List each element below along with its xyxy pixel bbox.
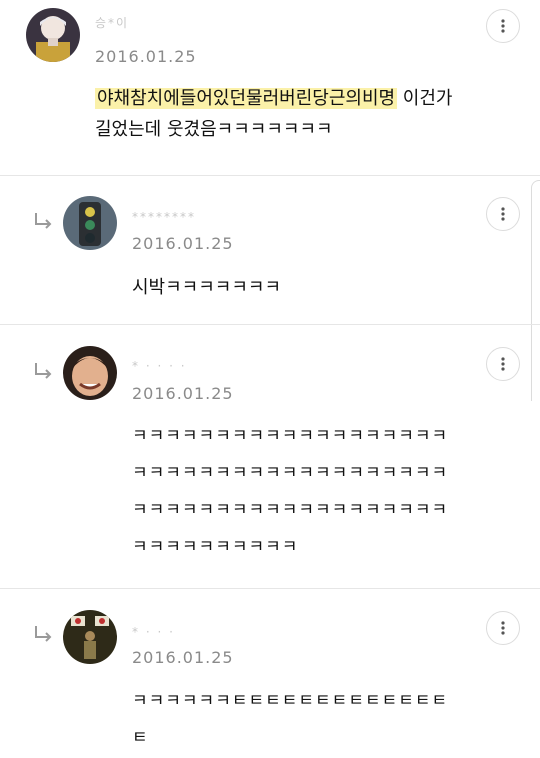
comment-text-line: ㅋㅋㅋㅋㅋㅋㅋㅋㅋㅋㅋㅋㅋㅋㅋㅋㅋㅋㅋ (132, 426, 449, 446)
comment-date: 2016.01.25 (132, 234, 234, 253)
comment-date: 2016.01.25 (132, 384, 234, 403)
more-options-button[interactable] (486, 347, 520, 381)
avatar[interactable] (26, 8, 80, 62)
comment-text-line: ㅋㅋㅋㅋㅋㅋㅋㅋㅋㅋㅋㅋㅋㅋㅋㅋㅋㅋㅋ (132, 463, 449, 483)
comment-text: 야채참치에들어있던물러버린당근의비명 이건가 길었는데 웃겼음ㅋㅋㅋㅋㅋㅋㅋ (95, 83, 515, 145)
comment-date: 2016.01.25 (132, 648, 234, 667)
reply-item: * · · · · 2016.01.25 ㅋㅋㅋㅋㅋㅋㅋㅋㅋㅋㅋㅋㅋㅋㅋㅋㅋㅋㅋ… (0, 325, 540, 588)
comment-text: 시박ㅋㅋㅋㅋㅋㅋㅋ (132, 277, 282, 298)
avatar[interactable] (63, 610, 117, 664)
more-vertical-icon (501, 19, 505, 33)
comment-text-line: ㅌ (132, 728, 149, 748)
comment-text-line2: 길었는데 웃겼음ㅋㅋㅋㅋㅋㅋㅋ (95, 119, 333, 140)
commenter-name: * · · · (132, 625, 175, 639)
reply-arrow-icon (35, 363, 52, 379)
reply-item: * · · · 2016.01.25 ㅋㅋㅋㅋㅋㅋㅌㅌㅌㅌㅌㅌㅌㅌㅌㅌㅌㅌㅌ ㅌ (0, 589, 540, 758)
comment-text-tail: 이건가 (397, 88, 453, 109)
more-options-button[interactable] (486, 611, 520, 645)
avatar[interactable] (63, 196, 117, 250)
comment-text-line: ㅋㅋㅋㅋㅋㅋㅌㅌㅌㅌㅌㅌㅌㅌㅌㅌㅌㅌㅌ (132, 691, 449, 711)
more-vertical-icon (501, 207, 505, 221)
comment-item: 승*이 2016.01.25 야채참치에들어있던물러버린당근의비명 이건가 길었… (0, 0, 540, 175)
commenter-name: 승*이 (95, 16, 130, 30)
comment-text-line: ㅋㅋㅋㅋㅋㅋㅋㅋㅋㅋ (132, 537, 299, 557)
more-vertical-icon (501, 621, 505, 635)
highlighted-text: 야채참치에들어있던물러버린당근의비명 (95, 88, 398, 109)
more-vertical-icon (501, 357, 505, 371)
commenter-name: ******** (132, 210, 196, 224)
comment-text: ㅋㅋㅋㅋㅋㅋㅋㅋㅋㅋㅋㅋㅋㅋㅋㅋㅋㅋㅋ ㅋㅋㅋㅋㅋㅋㅋㅋㅋㅋㅋㅋㅋㅋㅋㅋㅋㅋㅋ … (132, 418, 502, 566)
reply-arrow-icon (35, 213, 52, 229)
reply-arrow-icon (35, 626, 52, 642)
avatar[interactable] (63, 346, 117, 400)
comment-text: ㅋㅋㅋㅋㅋㅋㅌㅌㅌㅌㅌㅌㅌㅌㅌㅌㅌㅌㅌ ㅌ (132, 683, 502, 757)
commenter-name: * · · · · (132, 359, 187, 373)
more-options-button[interactable] (486, 197, 520, 231)
more-options-button[interactable] (486, 9, 520, 43)
reply-item: ******** 2016.01.25 시박ㅋㅋㅋㅋㅋㅋㅋ (0, 176, 540, 324)
comment-date: 2016.01.25 (95, 47, 197, 66)
comment-text-line: ㅋㅋㅋㅋㅋㅋㅋㅋㅋㅋㅋㅋㅋㅋㅋㅋㅋㅋㅋ (132, 500, 449, 520)
